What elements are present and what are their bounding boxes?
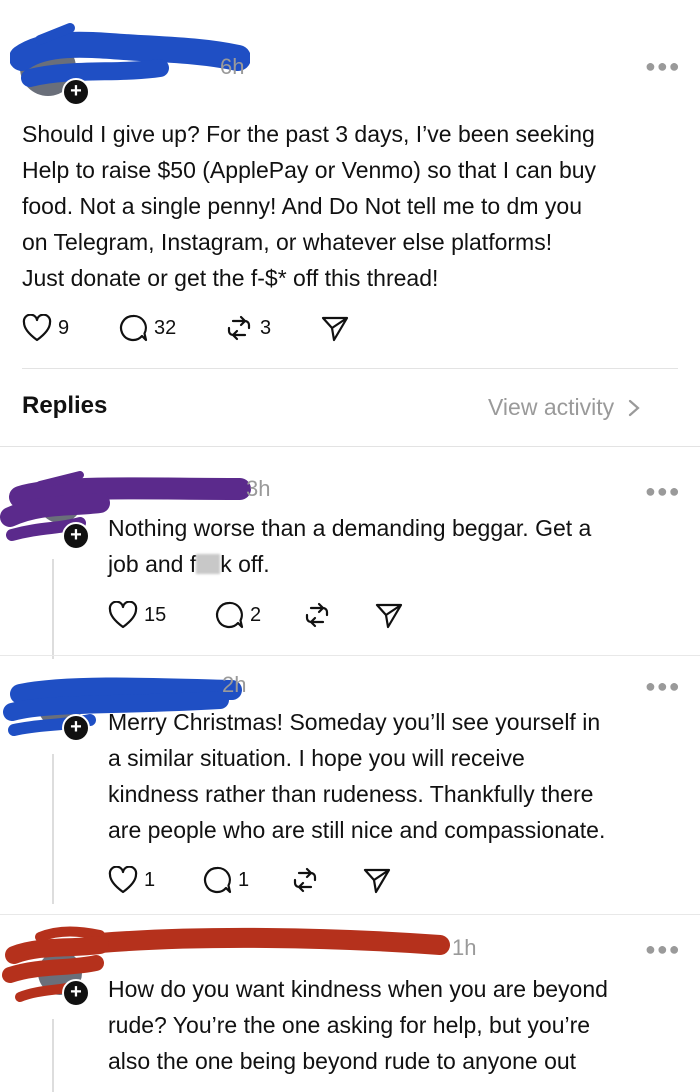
repost-count: 3 bbox=[260, 316, 272, 339]
like-count: 1 bbox=[144, 868, 156, 891]
follow-plus-icon[interactable]: + bbox=[62, 78, 90, 106]
divider bbox=[22, 368, 678, 369]
thread-line bbox=[52, 754, 54, 904]
reply-actions: 15 2 bbox=[108, 599, 404, 631]
reply: + 2h ●●● Merry Christmas! Someday you’ll… bbox=[0, 656, 700, 916]
send-icon bbox=[375, 603, 403, 629]
repost-button[interactable] bbox=[290, 865, 362, 895]
share-button[interactable] bbox=[374, 600, 404, 630]
comment-count: 2 bbox=[250, 603, 262, 626]
more-options-icon[interactable]: ●●● bbox=[645, 481, 681, 502]
follow-plus-icon[interactable]: + bbox=[62, 714, 90, 742]
heart-icon bbox=[108, 601, 138, 629]
follow-plus-icon[interactable]: + bbox=[62, 979, 90, 1007]
reply-text: How do you want kindness when you are be… bbox=[108, 971, 678, 1079]
replies-title: Replies bbox=[22, 392, 108, 419]
reply-text-line: Merry Christmas! Someday you’ll see your… bbox=[108, 709, 601, 735]
comment-bubble-icon bbox=[215, 601, 244, 629]
repost-icon bbox=[293, 867, 317, 893]
comment-bubble-icon bbox=[119, 314, 148, 342]
like-button[interactable]: 9 bbox=[22, 314, 118, 342]
send-icon bbox=[321, 316, 349, 342]
username-redaction bbox=[10, 23, 250, 87]
repost-icon bbox=[305, 602, 329, 628]
reply-text-line: rude? You’re the one asking for help, bu… bbox=[108, 1012, 591, 1038]
more-options-icon[interactable]: ●●● bbox=[645, 56, 681, 77]
comment-button[interactable]: 2 bbox=[214, 600, 302, 630]
post-text-line: Just donate or get the f-$* off this thr… bbox=[22, 265, 439, 291]
post-text-line: food. Not a single penny! And Do Not tel… bbox=[22, 193, 582, 219]
reply-text-fragment: k off. bbox=[220, 551, 270, 577]
view-activity-link[interactable]: View activity bbox=[488, 394, 644, 421]
thread-line bbox=[52, 1019, 54, 1092]
reply-text: Merry Christmas! Someday you’ll see your… bbox=[108, 704, 678, 848]
comment-count: 1 bbox=[238, 868, 250, 891]
reply-actions: 1 1 bbox=[108, 864, 392, 896]
reply-text-line: a similar situation. I hope you will rec… bbox=[108, 745, 525, 771]
comment-button[interactable]: 32 bbox=[118, 313, 224, 343]
post-text-line: Should I give up? For the past 3 days, I… bbox=[22, 121, 595, 147]
heart-icon bbox=[108, 866, 138, 894]
comment-count: 32 bbox=[154, 316, 177, 339]
post-actions: 9 32 3 bbox=[22, 312, 350, 344]
reply: + 3h ●●● Nothing worse than a demanding … bbox=[0, 447, 700, 659]
reply: + 1h ●●● How do you want kindness when y… bbox=[0, 915, 700, 1092]
like-count: 9 bbox=[58, 316, 70, 339]
reply-text: Nothing worse than a demanding beggar. G… bbox=[108, 510, 678, 582]
post-time: 6h bbox=[220, 54, 245, 79]
comment-button[interactable]: 1 bbox=[202, 865, 290, 895]
reply-text-line: are people who are still nice and compas… bbox=[108, 817, 606, 843]
reply-text-line: job and f k off. bbox=[108, 546, 678, 582]
more-options-icon[interactable]: ●●● bbox=[645, 676, 681, 697]
comment-bubble-icon bbox=[203, 866, 232, 894]
original-post: + 6h ●●● Should I give up? For the past … bbox=[0, 0, 700, 370]
repost-button[interactable] bbox=[302, 600, 374, 630]
more-options-icon[interactable]: ●●● bbox=[645, 939, 681, 960]
chevron-right-icon bbox=[629, 399, 640, 416]
reply-text-fragment: job and f bbox=[108, 551, 197, 577]
thread-line bbox=[52, 559, 54, 659]
censor-blur bbox=[196, 554, 221, 574]
post-text-line: Help to raise $50 (ApplePay or Venmo) so… bbox=[22, 157, 597, 183]
heart-icon bbox=[22, 314, 52, 342]
reply-text-line: Nothing worse than a demanding beggar. G… bbox=[108, 515, 592, 541]
send-icon bbox=[363, 868, 391, 894]
reply-text-line: How do you want kindness when you are be… bbox=[108, 976, 608, 1002]
like-button[interactable]: 1 bbox=[108, 866, 202, 894]
like-count: 15 bbox=[144, 603, 167, 626]
repost-icon bbox=[227, 315, 251, 341]
post-text-line: on Telegram, Instagram, or whatever else… bbox=[22, 229, 553, 255]
post-text: Should I give up? For the past 3 days, I… bbox=[22, 116, 682, 296]
view-activity-label: View activity bbox=[488, 394, 615, 420]
reply-time: 3h bbox=[246, 476, 271, 501]
repost-button[interactable]: 3 bbox=[224, 313, 320, 343]
reply-text-line: kindness rather than rudeness. Thankfull… bbox=[108, 781, 594, 807]
reply-text-line: also the one being beyond rude to anyone… bbox=[108, 1048, 577, 1074]
share-button[interactable] bbox=[362, 865, 392, 895]
reply-time: 2h bbox=[222, 672, 247, 697]
follow-plus-icon[interactable]: + bbox=[62, 522, 90, 550]
share-button[interactable] bbox=[320, 313, 350, 343]
like-button[interactable]: 15 bbox=[108, 601, 214, 629]
reply-time: 1h bbox=[452, 935, 477, 960]
